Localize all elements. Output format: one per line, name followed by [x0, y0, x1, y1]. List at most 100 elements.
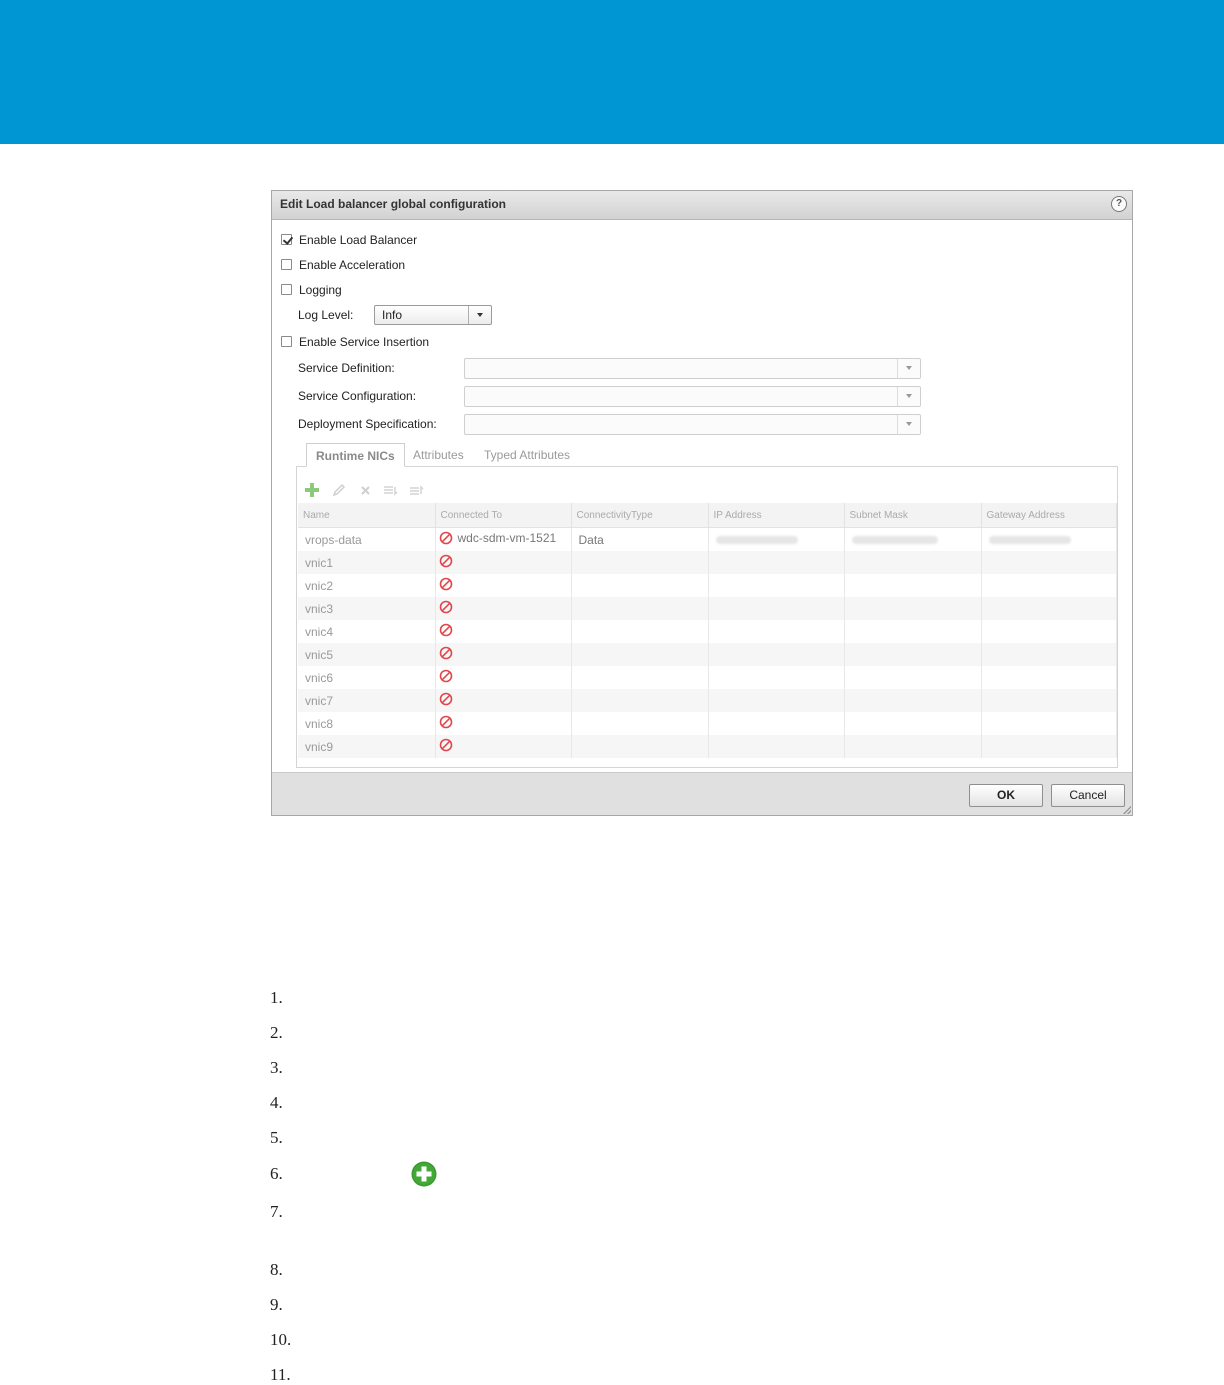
runtime-nics-panel: Name Connected To ConnectivityType IP Ad…	[296, 466, 1118, 768]
column-header-subnet-mask[interactable]: Subnet Mask	[844, 503, 982, 528]
enable-service-insertion-label: Enable Service Insertion	[299, 335, 430, 349]
cell-connected-to	[435, 735, 572, 758]
resize-grip-icon[interactable]	[1123, 806, 1131, 814]
chevron-down-icon[interactable]	[897, 387, 920, 406]
step-number: 2.	[270, 1023, 283, 1042]
column-header-connectivity-type[interactable]: ConnectivityType	[571, 503, 709, 528]
chevron-down-icon[interactable]	[468, 306, 491, 324]
cell-connected-to	[435, 620, 572, 643]
cell-ip-address	[708, 689, 845, 712]
cell-name: vnic3	[298, 597, 436, 620]
tab-runtime-nics[interactable]: Runtime NICs	[306, 443, 405, 467]
dialog-header: Edit Load balancer global configuration …	[272, 191, 1132, 220]
header-banner	[0, 0, 1224, 144]
not-connected-icon	[439, 669, 452, 683]
step-number: 8.	[270, 1260, 283, 1279]
step-number: 6.	[270, 1164, 283, 1183]
cell-connectivity-type	[571, 620, 709, 643]
cell-gateway-address	[981, 735, 1117, 758]
delete-icon[interactable]	[358, 482, 374, 498]
add-icon[interactable]	[304, 482, 320, 498]
not-connected-icon	[439, 738, 452, 752]
table-row[interactable]: vnic4	[298, 620, 1117, 643]
cell-gateway-address	[981, 574, 1117, 597]
cell-subnet-mask	[844, 620, 982, 643]
service-configuration-label: Service Configuration:	[298, 389, 417, 403]
cell-connectivity-type: Data	[571, 527, 709, 551]
table-row[interactable]: vnic1	[298, 551, 1117, 574]
chevron-down-icon[interactable]	[897, 415, 920, 434]
grid-toolbar	[297, 467, 1117, 503]
cell-ip-address	[708, 735, 845, 758]
tab-attributes[interactable]: Attributes	[413, 443, 464, 467]
step-number: 3.	[270, 1058, 283, 1077]
cell-subnet-mask	[844, 666, 982, 689]
cell-connectivity-type	[571, 643, 709, 666]
table-row[interactable]: vnic7	[298, 689, 1117, 712]
move-up-icon[interactable]	[409, 482, 425, 498]
help-icon[interactable]: ?	[1111, 196, 1127, 212]
not-connected-icon	[439, 531, 452, 545]
column-header-gateway-address[interactable]: Gateway Address	[981, 503, 1117, 528]
cell-subnet-mask	[844, 574, 982, 597]
cell-connected-to	[435, 689, 572, 712]
cell-name: vnic2	[298, 574, 436, 597]
redacted-value	[715, 535, 798, 544]
cell-gateway-address	[981, 712, 1117, 735]
step-number: 1.	[270, 988, 283, 1007]
table-row[interactable]: vnic2	[298, 574, 1117, 597]
cell-name: vnic9	[298, 735, 436, 758]
table-row[interactable]: vrops-data wdc-sdm-vm-1521 Data	[298, 527, 1117, 551]
cell-subnet-mask	[844, 527, 982, 551]
table-row[interactable]: vnic3	[298, 597, 1117, 620]
cell-connected-to: wdc-sdm-vm-1521	[435, 527, 572, 551]
cell-ip-address	[708, 643, 845, 666]
enable-service-insertion-checkbox[interactable]	[281, 336, 292, 347]
deployment-specification-select[interactable]	[464, 414, 921, 435]
chevron-down-icon[interactable]	[897, 359, 920, 378]
cell-ip-address	[708, 574, 845, 597]
ok-button[interactable]: OK	[969, 784, 1043, 807]
service-configuration-select[interactable]	[464, 386, 921, 407]
cell-ip-address	[708, 712, 845, 735]
step-number: 5.	[270, 1128, 283, 1147]
enable-acceleration-checkbox[interactable]	[281, 259, 292, 270]
table-row[interactable]: vnic5	[298, 643, 1117, 666]
table-row[interactable]: vnic8	[298, 712, 1117, 735]
not-connected-icon	[439, 692, 452, 706]
move-down-icon[interactable]	[383, 482, 399, 498]
dialog-footer: OK Cancel	[272, 772, 1132, 815]
service-definition-select[interactable]	[464, 358, 921, 379]
not-connected-icon	[439, 646, 452, 660]
logging-checkbox[interactable]	[281, 284, 292, 295]
log-level-label: Log Level:	[298, 308, 354, 322]
cell-ip-address	[708, 551, 845, 574]
not-connected-icon	[439, 715, 452, 729]
cell-subnet-mask	[844, 643, 982, 666]
column-header-connected-to[interactable]: Connected To	[435, 503, 572, 528]
cell-gateway-address	[981, 597, 1117, 620]
not-connected-icon	[439, 623, 452, 637]
step-number: 11.	[270, 1365, 291, 1384]
redacted-value	[851, 535, 938, 544]
enable-acceleration-label: Enable Acceleration	[299, 258, 406, 272]
table-row[interactable]: vnic9	[298, 735, 1117, 758]
cell-name: vnic1	[298, 551, 436, 574]
cell-gateway-address	[981, 527, 1117, 551]
cell-subnet-mask	[844, 735, 982, 758]
table-row[interactable]: vnic6	[298, 666, 1117, 689]
tab-typed-attributes[interactable]: Typed Attributes	[484, 443, 570, 467]
column-header-ip-address[interactable]: IP Address	[708, 503, 845, 528]
service-definition-label: Service Definition:	[298, 361, 395, 375]
enable-load-balancer-checkbox[interactable]	[281, 234, 292, 245]
add-icon	[411, 1161, 437, 1187]
log-level-select[interactable]: Info	[374, 305, 492, 325]
column-header-name[interactable]: Name	[298, 503, 436, 528]
cell-subnet-mask	[844, 689, 982, 712]
edit-icon[interactable]	[331, 482, 347, 498]
not-connected-icon	[439, 577, 452, 591]
cell-ip-address	[708, 527, 845, 551]
cancel-button[interactable]: Cancel	[1051, 784, 1125, 807]
cell-connectivity-type	[571, 712, 709, 735]
cell-subnet-mask	[844, 597, 982, 620]
